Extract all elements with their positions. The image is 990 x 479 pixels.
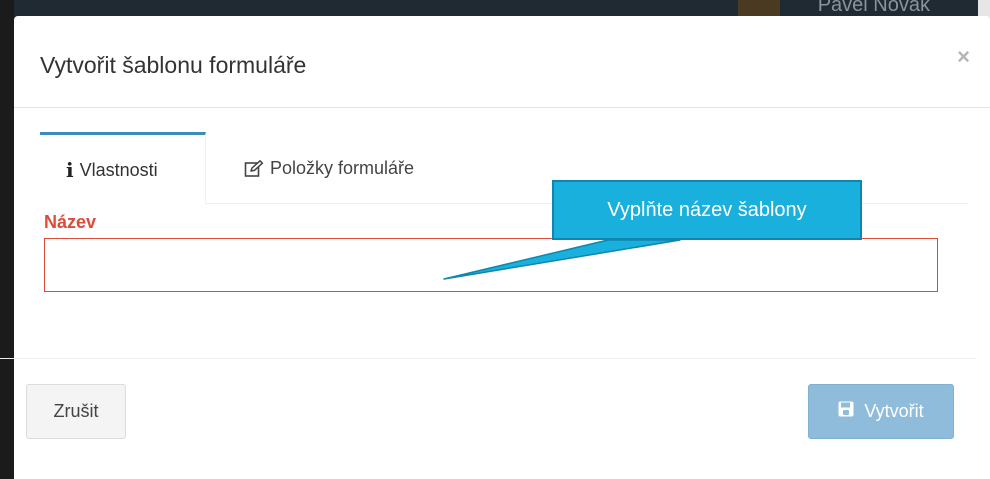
tab-form-items[interactable]: Položky formuláře	[218, 132, 440, 205]
cancel-button[interactable]: Zrušit	[26, 384, 126, 439]
name-label: Název	[44, 212, 97, 232]
tab-properties-label: Vlastnosti	[79, 159, 158, 180]
dialog-header: Vytvořit šablonu formuláře ×	[14, 16, 990, 108]
save-icon	[838, 401, 854, 422]
close-icon[interactable]: ×	[957, 46, 970, 68]
dialog-footer-divider	[0, 358, 976, 359]
tab-properties[interactable]: i Vlastnosti	[40, 132, 206, 205]
edit-icon	[244, 159, 264, 178]
backdrop-left-panel	[0, 0, 14, 479]
backdrop-user-name: Pavel Novák	[817, 0, 930, 16]
name-input[interactable]	[44, 238, 938, 292]
dialog-title: Vytvořit šablonu formuláře	[40, 52, 307, 78]
create-button[interactable]: Vytvořit	[808, 384, 954, 439]
tab-form-items-label: Položky formuláře	[270, 158, 415, 178]
hint-callout: Vyplňte název šablony	[552, 180, 862, 240]
create-button-label: Vytvořit	[864, 401, 924, 421]
info-icon: i	[66, 158, 74, 182]
